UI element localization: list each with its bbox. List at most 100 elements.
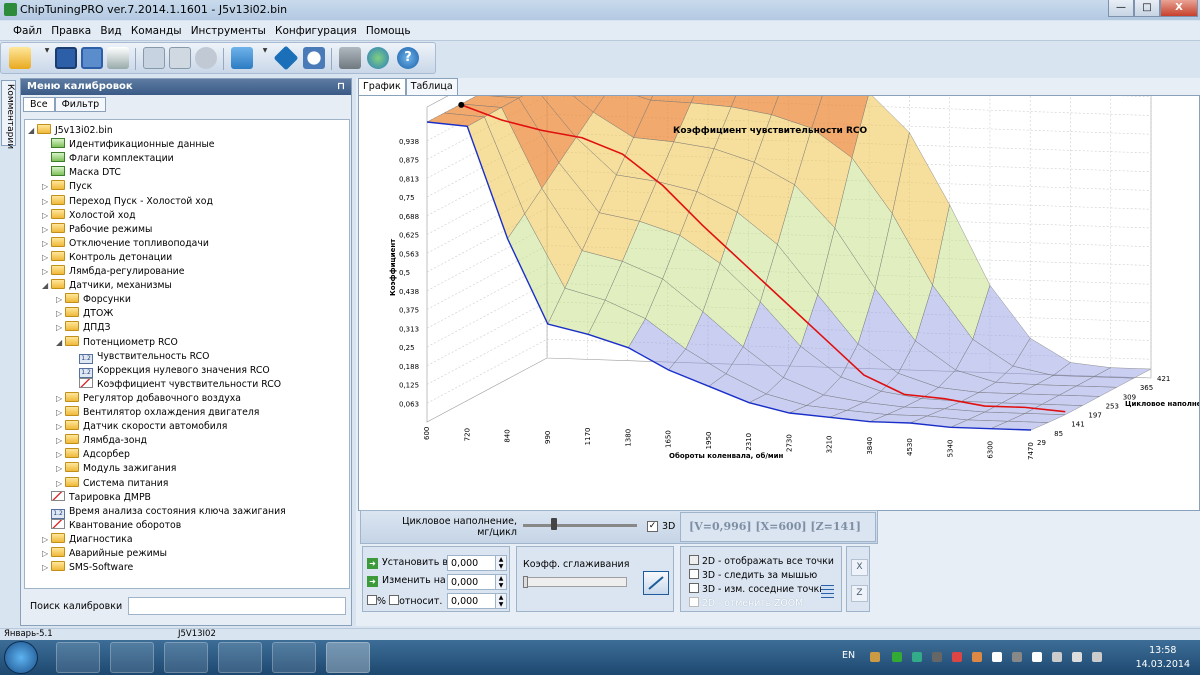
option-show-all[interactable]: 2D - отображать все точки (689, 555, 834, 567)
smoothing-slider-thumb[interactable] (523, 576, 528, 588)
tree-node[interactable]: ◢ Датчики, механизмы (42, 279, 172, 292)
tree-node[interactable]: 1.2 Время анализа состояния ключа зажиган… (51, 505, 286, 519)
grid-icon[interactable] (821, 585, 834, 598)
expand-arrow-icon[interactable]: ▷ (56, 392, 62, 405)
ie-taskbar-icon[interactable] (56, 642, 100, 673)
undo-icon[interactable] (195, 47, 217, 69)
expand-arrow-icon[interactable]: ▷ (42, 533, 48, 546)
change-value-spinner[interactable]: ▲ ▼ (495, 574, 507, 590)
expand-arrow-icon[interactable]: ▷ (42, 195, 48, 208)
search-input[interactable] (128, 597, 346, 615)
menu-view[interactable]: Вид (97, 21, 124, 37)
tree-node[interactable]: ▷ Датчик скорости автомобиля (56, 420, 227, 433)
collapse-arrow-icon[interactable]: ◢ (28, 124, 34, 137)
expand-arrow-icon[interactable]: ▷ (56, 293, 62, 306)
expand-arrow-icon[interactable]: ▷ (56, 434, 62, 447)
expand-arrow-icon[interactable]: ▷ (56, 477, 62, 490)
copy-icon[interactable] (143, 47, 165, 69)
search-icon[interactable] (303, 47, 325, 69)
navigate-icon[interactable] (273, 45, 299, 71)
expand-arrow-icon[interactable]: ▷ (42, 561, 48, 574)
expand-arrow-icon[interactable]: ▷ (42, 547, 48, 560)
chart-area[interactable]: Коэффициент чувствительности RCO 0,063 0,1… (358, 95, 1200, 511)
tree-node[interactable]: Тарировка ДМРВ (51, 490, 151, 504)
menu-edit[interactable]: Правка (48, 21, 94, 37)
web-icon[interactable] (367, 47, 389, 69)
tree-node[interactable]: Коэффициент чувствительности RCO (79, 377, 281, 391)
explorer-taskbar-icon[interactable] (110, 642, 154, 673)
tree-node[interactable]: 1.2 Чувствительность RCO (79, 350, 210, 364)
menu-file[interactable]: Файл (10, 21, 45, 37)
checkbox[interactable] (689, 597, 699, 607)
option-follow-mouse[interactable]: 3D - следить за мышью (689, 569, 817, 581)
start-button[interactable] (4, 641, 38, 674)
tree-node[interactable]: 1.2 Коррекция нулевого значения RCO (79, 364, 270, 378)
expand-arrow-icon[interactable]: ▷ (56, 307, 62, 320)
tree-node[interactable]: ◢ Потенциометр RCO (56, 335, 178, 349)
menu-help[interactable]: Помощь (363, 21, 414, 37)
print-icon[interactable] (107, 47, 129, 69)
tree-node[interactable]: ◢ J5v13i02.bin (28, 124, 113, 137)
tree-node[interactable]: ▷ Модуль зажигания (56, 462, 176, 475)
relative-checkbox[interactable] (389, 595, 400, 605)
tree-node[interactable]: Квантование оборотов (51, 518, 181, 532)
tree-node[interactable]: ▷ Контроль детонации (42, 250, 172, 264)
tab-table[interactable]: Таблица (405, 78, 458, 95)
checkbox[interactable] (689, 555, 699, 565)
relative-value-spinner[interactable]: ▲ ▼ (495, 593, 507, 609)
tree-node[interactable]: ▷ ДТОЖ (56, 307, 113, 320)
comments-tab[interactable]: Комментарии (1, 80, 16, 149)
tools-icon[interactable] (339, 47, 361, 69)
z-axis-button[interactable]: Z (851, 585, 868, 602)
tree-node[interactable]: Маска DTC (51, 166, 121, 179)
compare-dropdown-icon[interactable]: ▼ (259, 47, 271, 69)
surface-chart[interactable]: Коэффициент чувствительности RCO 0,063 0,1… (359, 96, 1199, 510)
battery-icon[interactable] (1072, 652, 1082, 662)
expand-arrow-icon[interactable]: ▷ (56, 420, 62, 433)
expand-arrow-icon[interactable]: ▷ (56, 406, 62, 419)
maximize-button[interactable]: □ (1134, 0, 1160, 17)
tab-filter[interactable]: Фильтр (54, 97, 107, 112)
checkbox-3d[interactable]: ✓ (647, 521, 658, 532)
expand-arrow-icon[interactable]: ▷ (42, 223, 48, 236)
percent-checkbox[interactable] (367, 595, 377, 605)
tree-node[interactable]: ▷ Лямбда-зонд (56, 434, 147, 447)
option-cancel-zoom[interactable]: 2D - отменить ZOOM (689, 597, 803, 609)
tree-node[interactable]: ▷ Система питания (56, 476, 168, 490)
tray-icon[interactable] (952, 652, 962, 662)
tree-node[interactable]: ▷ Регулятор добавочного воздуха (56, 391, 241, 405)
compare-icon[interactable] (231, 47, 253, 69)
menu-commands[interactable]: Команды (128, 21, 185, 37)
language-indicator[interactable]: EN (842, 650, 855, 661)
expand-arrow-icon[interactable]: ▷ (42, 265, 48, 278)
tree-node[interactable]: ▷ Адсорбер (56, 448, 130, 461)
expand-arrow-icon[interactable]: ▷ (42, 237, 48, 250)
tray-icon[interactable] (992, 652, 1002, 662)
tray-icon[interactable] (892, 652, 902, 662)
tree-node[interactable]: ▷ Отключение топливоподачи (42, 236, 209, 250)
minimize-button[interactable]: — (1108, 0, 1134, 17)
volume-icon[interactable] (1092, 652, 1102, 662)
tree-node[interactable]: ▷ Диагностика (42, 532, 133, 546)
set-arrow-icon[interactable]: ➜ (367, 558, 378, 569)
tray-icon[interactable] (870, 652, 880, 662)
tree-node[interactable]: ▷ ДПДЗ (56, 321, 110, 334)
clock[interactable]: 13:58 14.03.2014 (1136, 644, 1190, 672)
tray-icon[interactable] (1012, 652, 1022, 662)
tree-node[interactable]: ▷ SMS-Software (42, 561, 133, 574)
expand-arrow-icon[interactable]: ▷ (42, 180, 48, 193)
smooth-apply-button[interactable] (643, 571, 669, 595)
chiptuning-taskbar-icon[interactable] (326, 642, 370, 673)
media-player-taskbar-icon[interactable] (164, 642, 208, 673)
checkbox[interactable] (689, 583, 699, 593)
change-arrow-icon[interactable]: ➜ (367, 576, 378, 587)
load-slider-track[interactable] (523, 524, 637, 527)
open-dropdown-icon[interactable]: ▼ (41, 47, 53, 69)
tree-node[interactable]: ▷ Лямбда-регулирование (42, 265, 184, 278)
collapse-arrow-icon[interactable]: ◢ (42, 279, 48, 292)
pin-icon[interactable]: ⊓ (337, 81, 345, 92)
tray-icon[interactable] (932, 652, 942, 662)
expand-arrow-icon[interactable]: ▷ (56, 462, 62, 475)
tree-node[interactable]: Флаги комплектации (51, 152, 174, 165)
tree-node[interactable]: ▷ Вентилятор охлаждения двигателя (56, 406, 259, 419)
